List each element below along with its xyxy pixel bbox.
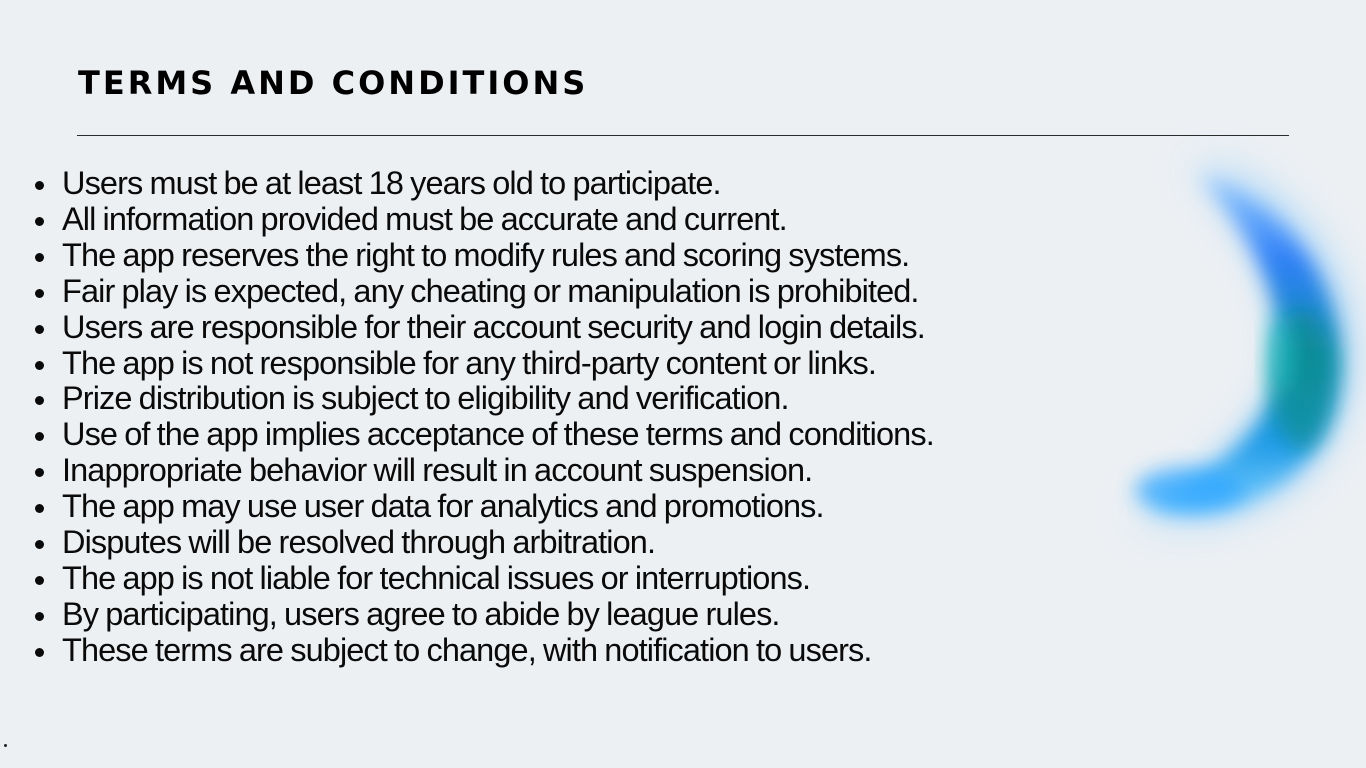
list-item: Inappropriate behavior will result in ac… <box>35 452 1192 489</box>
list-item: Users must be at least 18 years old to p… <box>35 165 1192 202</box>
list-item: These terms are subject to change, with … <box>35 632 1192 669</box>
list-item: The app reserves the right to modify rul… <box>35 237 1192 274</box>
list-item: All information provided must be accurat… <box>35 201 1192 238</box>
list-item: Users are responsible for their account … <box>35 309 1072 346</box>
list-item: The app is not liable for technical issu… <box>35 560 1192 597</box>
list-item: By participating, users agree to abide b… <box>35 596 1192 633</box>
title-divider <box>77 135 1289 136</box>
terms-list: Users must be at least 18 years old to p… <box>35 165 1192 669</box>
stray-dot <box>4 744 7 747</box>
list-item: The app may use user data for analytics … <box>35 488 1192 525</box>
list-item: Prize distribution is subject to eligibi… <box>35 381 1192 417</box>
list-item: Fair play is expected, any cheating or m… <box>35 273 1192 310</box>
list-item: Disputes will be resolved through arbitr… <box>35 524 1192 561</box>
list-item: Use of the app implies acceptance of the… <box>35 416 1072 453</box>
page-title: TERMS AND CONDITIONS <box>78 64 589 102</box>
list-item: The app is not responsible for any third… <box>35 345 1192 382</box>
